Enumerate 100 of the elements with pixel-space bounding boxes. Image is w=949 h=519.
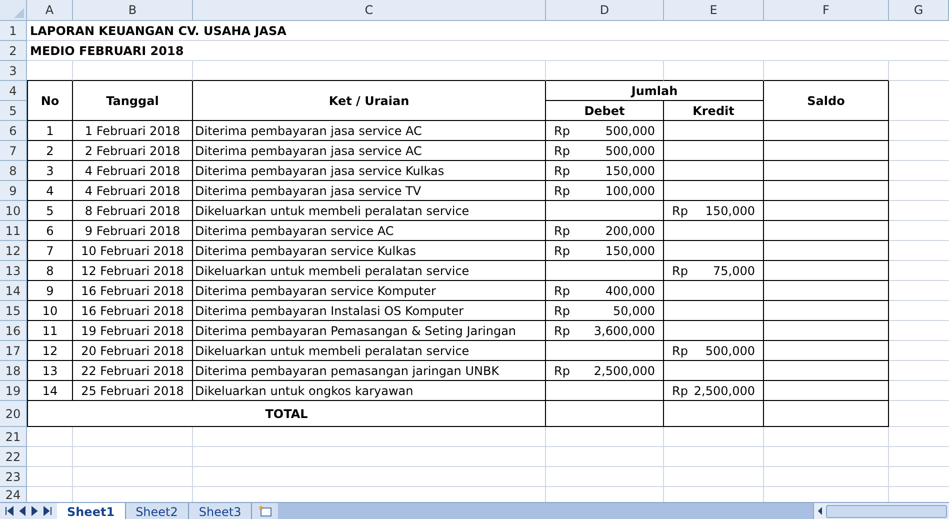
sheet-tab[interactable]: Sheet1 — [57, 503, 126, 519]
row-number[interactable]: 12 — [0, 241, 27, 261]
table-cell: 8 Februari 2018 — [73, 201, 193, 221]
row-number[interactable]: 11 — [0, 221, 27, 241]
sheet-title: LAPORAN KEUANGAN CV. USAHA JASA — [30, 23, 286, 40]
row-number[interactable]: 17 — [0, 341, 27, 361]
row-number[interactable]: 16 — [0, 321, 27, 341]
sheet-tab[interactable]: Sheet3 — [188, 503, 252, 519]
table-cell: 20 Februari 2018 — [73, 341, 193, 361]
insert-sheet-icon[interactable] — [252, 503, 278, 519]
table-cell: Diterima pembayaran service Kulkas — [193, 241, 546, 261]
row-number[interactable]: 19 — [0, 381, 27, 401]
row-number[interactable]: 13 — [0, 261, 27, 281]
table-cell: Diterima pembayaran jasa service AC — [193, 141, 546, 161]
table-cell: Diterima pembayaran pemasangan jaringan UNBK — [193, 361, 546, 381]
row-number[interactable]: 14 — [0, 281, 27, 301]
first-sheet-icon[interactable] — [4, 506, 14, 516]
table-cell: 3 — [27, 161, 73, 181]
horizontal-scrollbar[interactable] — [813, 503, 949, 519]
table-cell: 9 Februari 2018 — [73, 221, 193, 241]
amount-text: 50,000 — [613, 302, 655, 320]
column-header[interactable]: F — [764, 0, 889, 21]
table-cell: 14 — [27, 381, 73, 401]
amount-text: 75,000 — [713, 262, 755, 280]
table-cell: Diterima pembayaran jasa service AC — [193, 121, 546, 141]
corner-triangle-icon — [14, 8, 24, 18]
table-cell: 4 — [27, 181, 73, 201]
last-sheet-icon[interactable] — [43, 506, 53, 516]
amount-text: 500,000 — [605, 122, 655, 140]
row-number[interactable]: 10 — [0, 201, 27, 221]
row-number[interactable]: 3 — [0, 61, 27, 81]
column-header[interactable]: B — [73, 0, 193, 21]
currency-text: Rp — [672, 202, 688, 220]
currency-text: Rp — [554, 322, 570, 340]
row-number[interactable]: 7 — [0, 141, 27, 161]
row-number[interactable]: 23 — [0, 467, 27, 487]
row-number[interactable]: 6 — [0, 121, 27, 141]
row-number[interactable]: 5 — [0, 101, 27, 121]
previous-sheet-icon[interactable] — [17, 506, 27, 516]
currency-text: Rp — [554, 182, 570, 200]
table-cell: Tanggal — [73, 81, 193, 121]
table-cell: 8 — [27, 261, 73, 281]
table-cell: 12 Februari 2018 — [73, 261, 193, 281]
row-number[interactable]: 20 — [0, 401, 27, 427]
amount-text: 100,000 — [605, 182, 655, 200]
column-header[interactable]: G — [889, 0, 949, 21]
amount-text: 2,500,000 — [694, 382, 755, 400]
column-header[interactable]: A — [27, 0, 73, 21]
sheet-tab[interactable]: Sheet2 — [126, 503, 189, 519]
table-cell: 4 Februari 2018 — [73, 181, 193, 201]
amount-text: 400,000 — [605, 282, 655, 300]
table-cell: 22 Februari 2018 — [73, 361, 193, 381]
table-cell: Diterima pembayaran service AC — [193, 221, 546, 241]
table-cell: Dikeluarkan untuk membeli peralatan service — [193, 261, 546, 281]
row-number[interactable]: 4 — [0, 81, 27, 101]
column-header[interactable]: D — [546, 0, 664, 21]
table-cell: No — [27, 81, 73, 121]
table-cell: 1 Februari 2018 — [73, 121, 193, 141]
table-cell: TOTAL — [27, 401, 546, 427]
row-number[interactable]: 1 — [0, 21, 27, 41]
amount-text: 150,000 — [605, 162, 655, 180]
table-cell: 19 Februari 2018 — [73, 321, 193, 341]
amount-text: 500,000 — [605, 142, 655, 160]
table-cell: Diterima pembayaran jasa service TV — [193, 181, 546, 201]
table-cell: 6 — [27, 221, 73, 241]
table-cell: 4 Februari 2018 — [73, 161, 193, 181]
scroll-left-icon[interactable] — [816, 506, 824, 516]
row-number[interactable]: 24 — [0, 487, 27, 502]
currency-text: Rp — [554, 222, 570, 240]
row-number[interactable]: 22 — [0, 447, 27, 467]
column-header[interactable]: E — [664, 0, 764, 21]
row-number[interactable]: 2 — [0, 41, 27, 61]
column-header[interactable]: C — [193, 0, 546, 21]
currency-text: Rp — [554, 282, 570, 300]
row-number[interactable]: 15 — [0, 301, 27, 321]
row-number[interactable]: 9 — [0, 181, 27, 201]
table-cell: Dikeluarkan untuk ongkos karyawan — [193, 381, 546, 401]
sheet-title: MEDIO FEBRUARI 2018 — [30, 43, 184, 60]
table-cell: 10 Februari 2018 — [73, 241, 193, 261]
row-number[interactable]: 18 — [0, 361, 27, 381]
currency-text: Rp — [554, 302, 570, 320]
amount-text: 200,000 — [605, 222, 655, 240]
header-cell: Debet — [546, 101, 664, 121]
table-cell: Ket / Uraian — [193, 81, 546, 121]
table-cell: 13 — [27, 361, 73, 381]
currency-text: Rp — [554, 162, 570, 180]
table-cell: 9 — [27, 281, 73, 301]
currency-text: Rp — [672, 382, 688, 400]
currency-text: Rp — [554, 142, 570, 160]
table-cell: Saldo — [764, 81, 889, 121]
table-cell: 7 — [27, 241, 73, 261]
table-cell: 10 — [27, 301, 73, 321]
table-cell: 25 Februari 2018 — [73, 381, 193, 401]
row-number[interactable]: 8 — [0, 161, 27, 181]
row-number[interactable]: 21 — [0, 427, 27, 447]
table-cell: 2 Februari 2018 — [73, 141, 193, 161]
header-cell: Jumlah — [546, 81, 764, 101]
header-cell: Kredit — [664, 101, 764, 121]
table-cell: 16 Februari 2018 — [73, 301, 193, 321]
next-sheet-icon[interactable] — [30, 506, 40, 516]
